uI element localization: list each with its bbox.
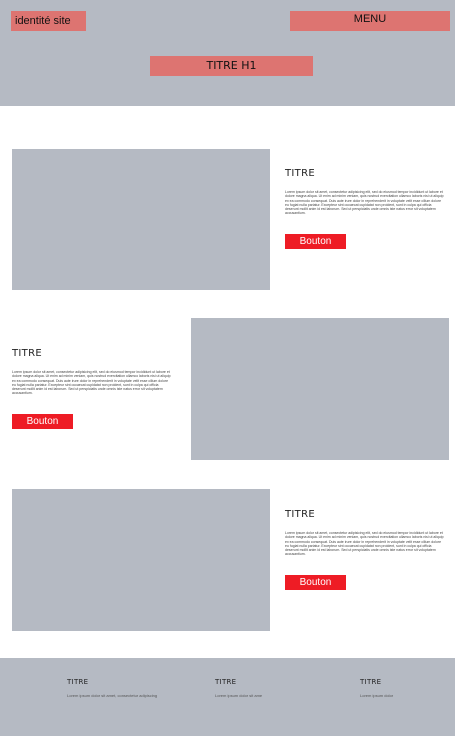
footer-column-3-text: Lorem ipsum dolor [360, 693, 394, 698]
section-3-image-placeholder [12, 489, 270, 631]
page-title: TITRE H1 [150, 56, 313, 76]
section-3-body: Lorem ipsum dolor sit amet, consectetur … [285, 531, 444, 557]
section-1-title: TITRE [285, 168, 315, 179]
menu-button[interactable]: MENU [290, 11, 450, 31]
section-2-button[interactable]: Bouton [12, 414, 73, 429]
footer-column-2-text: Lorem ipsum dolor sit ame [215, 693, 263, 698]
section-2-title: TITRE [12, 348, 42, 359]
footer-column-3-title: TITRE [360, 678, 382, 686]
section-1-button[interactable]: Bouton [285, 234, 346, 249]
footer-column-2-title: TITRE [215, 678, 237, 686]
section-2-body: Lorem ipsum dolor sit amet, consectetur … [12, 370, 171, 396]
section-2-image-placeholder [191, 318, 449, 460]
footer-column-1-title: TITRE [67, 678, 89, 686]
footer-column-1-text: Lorem ipsum dolor sit amet, consectetur … [67, 693, 158, 698]
section-3-title: TITRE [285, 509, 315, 520]
section-3-button[interactable]: Bouton [285, 575, 346, 590]
section-1-image-placeholder [12, 149, 270, 290]
section-1-body: Lorem ipsum dolor sit amet, consectetur … [285, 190, 444, 216]
site-identity[interactable]: identité site [11, 11, 86, 31]
